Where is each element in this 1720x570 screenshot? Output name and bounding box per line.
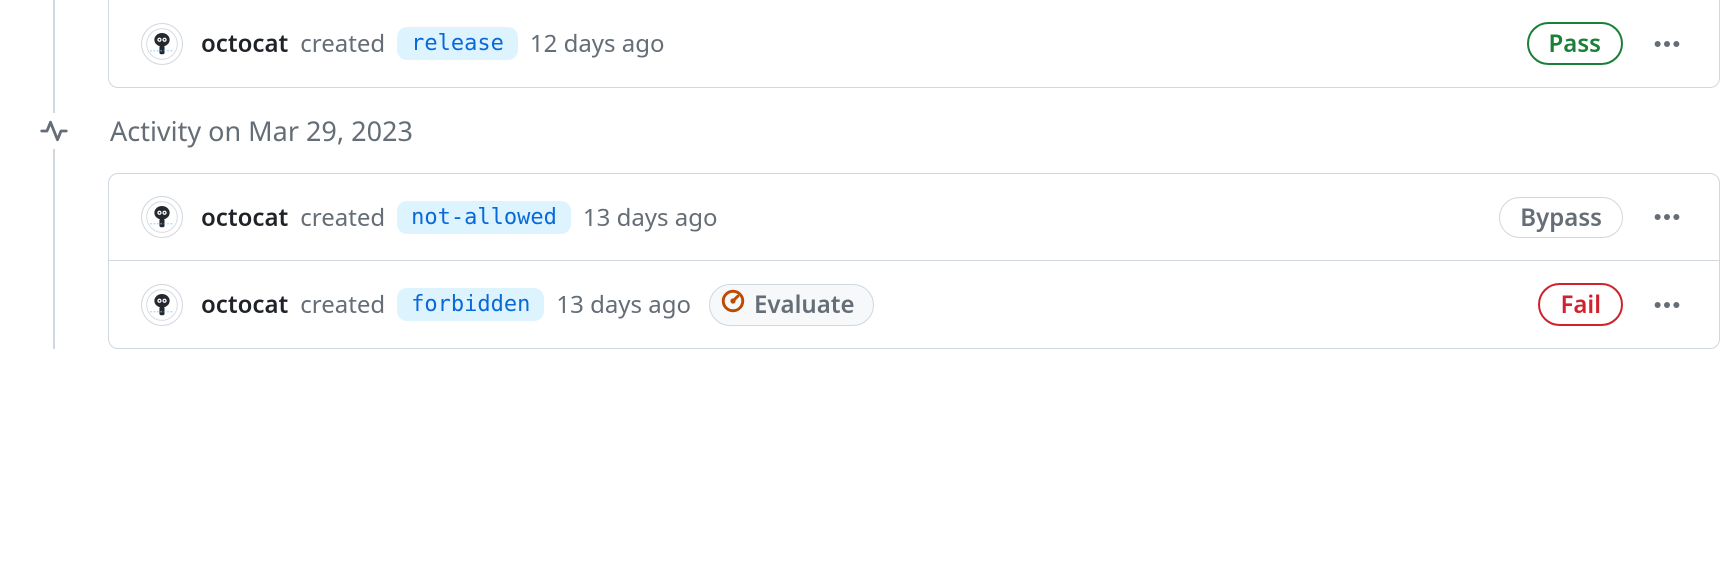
kebab-menu-icon[interactable] <box>1647 290 1687 320</box>
avatar[interactable] <box>141 284 183 326</box>
status-badge-bypass: Bypass <box>1499 197 1623 238</box>
kebab-menu-icon[interactable] <box>1647 202 1687 232</box>
evaluate-badge[interactable]: Evaluate <box>709 284 874 326</box>
action-verb: created <box>300 201 385 234</box>
meter-icon <box>720 288 746 322</box>
actor-link[interactable]: octocat <box>201 201 288 234</box>
status-badge-fail: Fail <box>1538 283 1623 326</box>
timestamp: 12 days ago <box>530 27 665 60</box>
action-verb: created <box>300 27 385 60</box>
timestamp: 13 days ago <box>556 288 691 321</box>
actor-link[interactable]: octocat <box>201 27 288 60</box>
branch-pill[interactable]: forbidden <box>397 288 544 321</box>
timeline-line <box>53 0 55 349</box>
action-verb: created <box>300 288 385 321</box>
activity-row: octocat created forbidden 13 days ago Ev… <box>109 260 1719 348</box>
avatar[interactable] <box>141 196 183 238</box>
kebab-menu-icon[interactable] <box>1647 29 1687 59</box>
date-header-text: Activity on Mar 29, 2023 <box>110 112 413 149</box>
pulse-icon <box>36 113 72 149</box>
status-badge-pass: Pass <box>1527 22 1623 65</box>
evaluate-label: Evaluate <box>754 288 855 321</box>
activity-row: octocat created not-allowed 13 days ago … <box>109 174 1719 260</box>
actor-link[interactable]: octocat <box>201 288 288 321</box>
activity-date-header: Activity on Mar 29, 2023 <box>36 88 1720 173</box>
branch-pill[interactable]: not-allowed <box>397 201 571 234</box>
activity-row: octocat created release 12 days ago Pass <box>109 0 1719 87</box>
avatar[interactable] <box>141 23 183 65</box>
activity-card-group: octocat created not-allowed 13 days ago … <box>108 173 1720 349</box>
branch-pill[interactable]: release <box>397 27 518 60</box>
timestamp: 13 days ago <box>583 201 718 234</box>
activity-card-group: octocat created release 12 days ago Pass <box>108 0 1720 88</box>
